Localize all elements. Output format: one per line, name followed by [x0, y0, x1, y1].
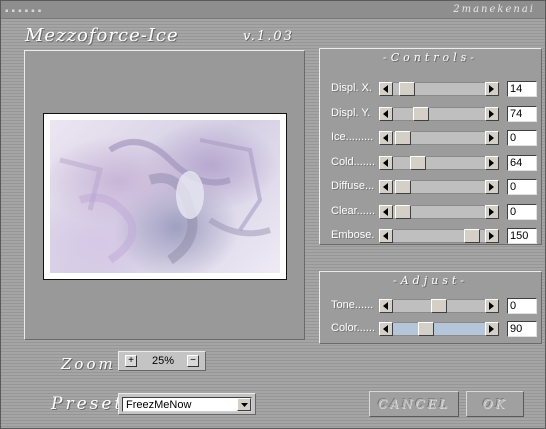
control-slider-thumb[interactable]: [464, 229, 481, 243]
control-slider-track[interactable]: [394, 131, 484, 145]
control-slider-track[interactable]: [394, 229, 484, 243]
control-slider[interactable]: [379, 131, 499, 145]
control-row: Displ. X. 14: [320, 80, 543, 98]
control-label: Clear......: [331, 204, 376, 217]
preset-dropdown[interactable]: FreezMeNow: [118, 393, 256, 415]
arrow-left-icon[interactable]: [379, 229, 393, 243]
preview-image[interactable]: [50, 120, 280, 273]
arrow-left-icon[interactable]: [379, 322, 393, 336]
control-slider-track[interactable]: [394, 180, 484, 194]
chevron-down-icon[interactable]: [237, 398, 251, 411]
control-row: Diffuse... 0: [320, 178, 543, 196]
arrow-right-icon[interactable]: [485, 299, 499, 313]
control-row: Displ. Y. 74: [320, 105, 543, 123]
arrow-left-icon[interactable]: [379, 106, 393, 121]
arrow-right-icon[interactable]: [485, 322, 499, 336]
arrow-left-icon[interactable]: [379, 299, 393, 313]
control-slider[interactable]: [379, 204, 499, 219]
arrow-right-icon[interactable]: [485, 106, 499, 121]
app-version: v.1.03: [243, 29, 294, 44]
control-slider[interactable]: [379, 106, 499, 121]
zoom-value: 25%: [151, 355, 175, 367]
control-value-field[interactable]: 0: [507, 179, 537, 195]
controls-panel: -Controls- Displ. X. 14 Displ. Y. 74 Ice....…: [319, 48, 542, 245]
control-value-field[interactable]: 74: [507, 105, 537, 122]
arrow-left-icon[interactable]: [379, 155, 393, 170]
control-value-field[interactable]: 0: [507, 203, 537, 220]
arrow-right-icon[interactable]: [485, 131, 499, 145]
control-value-field[interactable]: 150: [507, 228, 537, 244]
preset-field[interactable]: FreezMeNow: [122, 397, 252, 412]
control-slider-track[interactable]: [394, 82, 484, 96]
preview-frame: [43, 113, 287, 280]
control-row: Clear...... 0: [320, 203, 543, 221]
control-label: Displ. Y.: [331, 106, 371, 119]
control-value-field[interactable]: 0: [507, 130, 537, 146]
ok-button[interactable]: OK: [466, 391, 524, 417]
adjust-row: Color...... 90: [320, 320, 543, 338]
adjust-slider-track[interactable]: [394, 299, 484, 313]
control-slider[interactable]: [379, 155, 499, 170]
control-slider-thumb[interactable]: [398, 82, 415, 96]
plugin-window: ▪▪▪▪▪▪ 2manekenai Mezzoforce-Ice v.1.03 …: [0, 0, 546, 429]
preview-artwork: [59, 138, 271, 265]
title-bar[interactable]: ▪▪▪▪▪▪ 2manekenai: [1, 1, 545, 19]
zoom-out-button[interactable]: −: [187, 355, 199, 367]
control-slider-thumb[interactable]: [395, 180, 411, 194]
adjust-slider[interactable]: [379, 299, 499, 313]
adjust-title: -Adjust-: [393, 274, 468, 287]
arrow-left-icon[interactable]: [379, 131, 393, 145]
arrow-left-icon[interactable]: [379, 180, 393, 194]
drag-grip-icon[interactable]: ▪▪▪▪▪▪: [5, 6, 44, 17]
arrow-right-icon[interactable]: [485, 229, 499, 243]
control-slider-track[interactable]: [394, 155, 484, 170]
arrow-right-icon[interactable]: [485, 204, 499, 219]
control-label: Diffuse...: [331, 180, 375, 192]
zoom-control: + 25% −: [118, 351, 206, 371]
control-value-field[interactable]: 14: [507, 81, 537, 97]
app-title: Mezzoforce-Ice: [25, 25, 179, 46]
control-slider-thumb[interactable]: [395, 131, 411, 145]
control-slider-thumb[interactable]: [395, 204, 411, 219]
adjust-slider-thumb[interactable]: [431, 299, 447, 313]
preset-selected-value: FreezMeNow: [126, 399, 192, 411]
arrow-right-icon[interactable]: [485, 82, 499, 96]
zoom-label: Zoom: [61, 355, 116, 373]
control-label: Embose.: [331, 229, 375, 241]
control-label: Ice.........: [331, 131, 374, 143]
adjust-panel: -Adjust- Tone...... 0 Color...... 90: [319, 271, 542, 344]
brand-label: 2manekenai: [453, 4, 535, 15]
adjust-value-field[interactable]: 90: [507, 321, 537, 337]
arrow-right-icon[interactable]: [485, 155, 499, 170]
control-row: Cold....... 64: [320, 154, 543, 172]
arrow-right-icon[interactable]: [485, 180, 499, 194]
control-row: Embose. 150: [320, 227, 543, 245]
control-label: Cold.......: [331, 155, 376, 168]
control-slider-thumb[interactable]: [410, 155, 427, 170]
adjust-label: Tone......: [331, 299, 374, 311]
preview-panel: [24, 50, 305, 340]
zoom-in-button[interactable]: +: [125, 355, 137, 367]
preset-label: Preset: [51, 394, 125, 414]
control-slider[interactable]: [379, 229, 499, 243]
control-slider-track[interactable]: [394, 204, 484, 219]
adjust-slider-thumb[interactable]: [417, 322, 434, 336]
adjust-row: Tone...... 0: [320, 297, 543, 315]
adjust-slider-track[interactable]: [394, 322, 484, 336]
controls-title: -Controls-: [382, 51, 479, 64]
cancel-button[interactable]: CANCEL: [369, 391, 459, 417]
control-value-field[interactable]: 64: [507, 154, 537, 171]
arrow-left-icon[interactable]: [379, 204, 393, 219]
control-slider-thumb[interactable]: [413, 106, 429, 121]
adjust-value-field[interactable]: 0: [507, 298, 537, 314]
arrow-left-icon[interactable]: [379, 82, 393, 96]
adjust-label: Color......: [331, 322, 376, 334]
adjust-slider[interactable]: [379, 322, 499, 336]
control-label: Displ. X.: [331, 82, 372, 94]
control-slider[interactable]: [379, 82, 499, 96]
control-slider[interactable]: [379, 180, 499, 194]
control-row: Ice......... 0: [320, 129, 543, 147]
control-slider-track[interactable]: [394, 106, 484, 121]
